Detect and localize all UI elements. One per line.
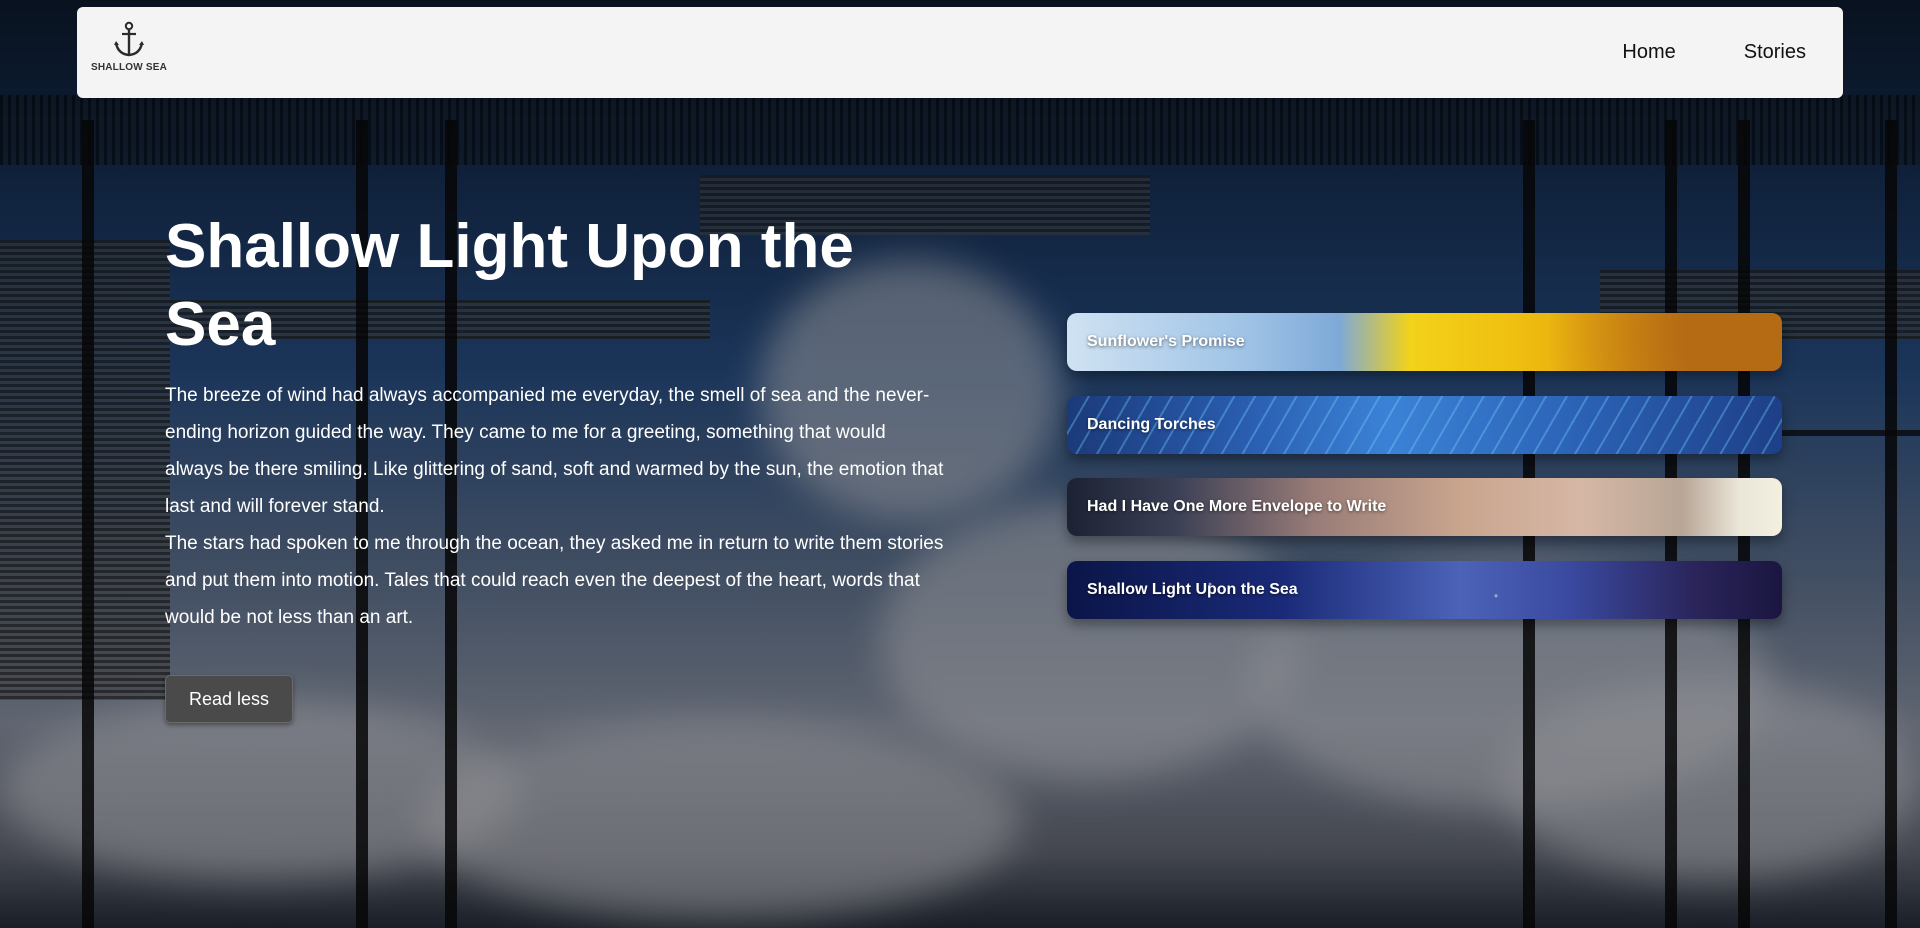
page: SHALLOW SEA Home Stories Shallow Light U…	[0, 0, 1920, 928]
anchor-icon	[114, 21, 144, 57]
story-title: Sunflower's Promise	[1087, 333, 1245, 350]
story-title: Had I Have One More Envelope to Write	[1087, 498, 1387, 515]
nav-link-home[interactable]: Home	[1622, 41, 1675, 64]
story-card-sunflowers-promise[interactable]: Sunflower's Promise	[1067, 313, 1782, 371]
story-card-shallow-light[interactable]: Shallow Light Upon the Sea	[1067, 561, 1782, 619]
stories-list: Sunflower's Promise Dancing Torches Had …	[1067, 313, 1782, 644]
story-card-one-more-envelope[interactable]: Had I Have One More Envelope to Write	[1067, 478, 1782, 536]
hero-title: Shallow Light Upon the Sea	[165, 212, 854, 359]
logo-text: SHALLOW SEA	[90, 62, 168, 73]
nav-links: Home Stories	[1622, 7, 1806, 98]
hero-paragraph-1: The breeze of wind had always accompanie…	[165, 385, 944, 517]
hero-text: The breeze of wind had always accompanie…	[165, 377, 945, 636]
story-title: Shallow Light Upon the Sea	[1087, 581, 1298, 598]
navbar: SHALLOW SEA Home Stories	[77, 7, 1843, 98]
hero-paragraph-2: The stars had spoken to me through the o…	[165, 533, 944, 628]
logo[interactable]: SHALLOW SEA	[89, 21, 169, 91]
story-title: Dancing Torches	[1087, 416, 1216, 433]
story-card-dancing-torches[interactable]: Dancing Torches	[1067, 396, 1782, 454]
nav-link-stories[interactable]: Stories	[1744, 41, 1806, 64]
read-less-button[interactable]: Read less	[165, 675, 293, 723]
